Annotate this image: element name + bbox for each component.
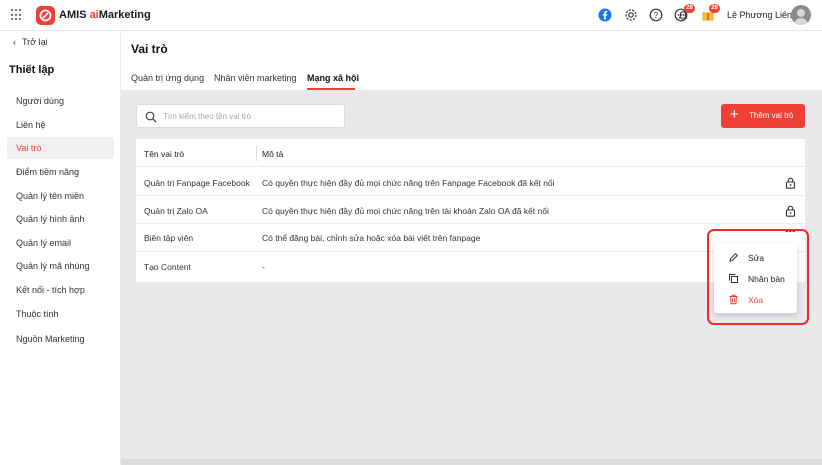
column-header-description: Mô tả [262,149,284,159]
row-0-name: Quản trị Fanpage Facebook [144,178,250,188]
user-name[interactable]: Lê Phương Liên [727,10,792,20]
tab-app-admin[interactable]: Quản trị ứng dụng [131,73,204,83]
facebook-icon[interactable] [598,8,612,22]
row-3-name: Tạo Content [144,262,191,272]
row-divider [136,223,805,224]
row-divider [136,195,805,196]
row-1-description: Có quyền thực hiện đầy đủ mọi chức năng … [262,206,549,216]
notification-badge: 28 [684,4,695,13]
tab-marketing-staff[interactable]: Nhân viên marketing [214,73,297,83]
column-divider [256,145,257,161]
tab-social-network[interactable]: Mạng xã hội [307,73,359,83]
search-box[interactable] [136,104,345,128]
search-input[interactable] [163,109,338,124]
sidebar-item-integrations[interactable]: Kết nối - tích hợp [7,279,114,301]
sidebar-item-attributes[interactable]: Thuộc tính [7,303,114,325]
row-3-description: - [262,262,265,272]
add-role-button[interactable]: + Thêm vai trò [721,104,805,128]
lock-icon [785,177,796,189]
row-2-description: Có thể đăng bài, chỉnh sửa hoặc xóa bài … [262,233,481,243]
gear-icon[interactable] [624,8,638,22]
sidebar-item-lead-score[interactable]: Điểm tiềm năng [7,161,114,183]
roles-table: Tên vai trò Mô tả Quản trị Fanpage Faceb… [136,139,805,282]
menu-highlight-outline [707,229,809,325]
sidebar-title: Thiết lập [9,64,55,76]
page-header: Vai trò Quản trị ứng dụng Nhân viên mark… [121,31,822,90]
search-icon [145,111,157,123]
row-1-name: Quản trị Zalo OA [144,206,208,216]
sidebar-item-images[interactable]: Quản lý hình ảnh [7,208,114,230]
lock-icon [785,205,796,217]
plus-icon: + [730,106,739,123]
horizontal-scrollbar[interactable] [121,459,822,465]
sidebar-item-users[interactable]: Người dùng [7,90,114,112]
amis-logo-icon [36,6,55,25]
column-header-role-name: Tên vai trò [144,149,185,159]
row-2-name: Biên tập viên [144,233,194,243]
sidebar-item-email[interactable]: Quản lý email [7,232,114,254]
avatar[interactable] [791,5,811,25]
sidebar-item-roles[interactable]: Vai trò [7,137,114,159]
sidebar-item-embed-code[interactable]: Quản lý mã nhúng [7,255,114,277]
row-0-description: Có quyền thực hiện đầy đủ mọi chức năng … [262,178,555,188]
sidebar: ‹ Trở lại Thiết lập Người dùng Liên hệ Va… [0,31,121,465]
header-divider [136,166,805,167]
gift-badge: 28 [709,4,720,13]
sidebar-item-contacts[interactable]: Liên hệ [7,114,114,136]
sidebar-item-marketing-source[interactable]: Nguồn Marketing [7,328,114,350]
app-brand-title: AMIS aiMarketing [59,9,151,21]
back-link[interactable]: ‹ Trở lại [13,37,48,47]
row-divider [136,251,805,252]
chevron-left-icon: ‹ [13,37,16,47]
app-grid-icon[interactable] [11,9,23,21]
help-icon[interactable]: ? [649,8,663,22]
svg-text:?: ? [654,11,659,20]
sidebar-item-domains[interactable]: Quản lý tên miền [7,185,114,207]
page-title: Vai trò [131,42,168,56]
top-bar: AMIS aiMarketing ? 28 28 Lê Phương Liên [0,0,822,31]
